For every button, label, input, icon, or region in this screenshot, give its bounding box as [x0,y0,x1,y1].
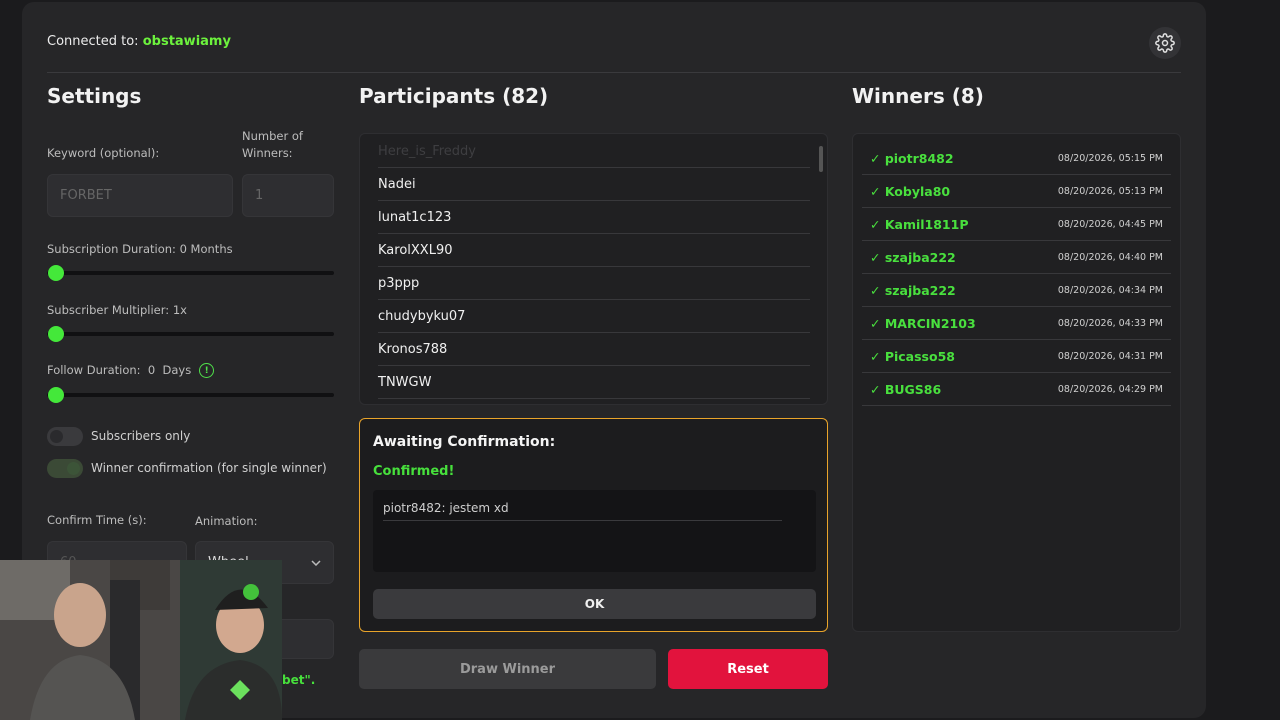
keyword-label: Keyword (optional): [47,146,160,160]
winner-date: 08/20/2026, 05:13 PM [1057,185,1163,197]
confirmation-status: Confirmed! [373,464,455,479]
keyword-placeholder: FORBET [60,188,112,203]
winner-date: 08/20/2026, 05:15 PM [1057,152,1163,164]
list-item[interactable]: Kronos788 [378,333,810,366]
winners-count-placeholder: 1 [255,188,264,203]
list-item[interactable]: Nadei [378,168,810,201]
winner-row: ✓ Kamil1811P 08/20/2026, 04:45 PM [862,208,1171,241]
winner-date: 08/20/2026, 04:40 PM [1057,251,1163,263]
winner-row: ✓ szajba222 08/20/2026, 04:40 PM [862,241,1171,274]
winner-name: ✓ Kamil1811P [870,216,969,232]
confirm-time-label: Confirm Time (s): [47,513,147,527]
connection-status: Connected to: obstawiamy [47,34,231,49]
subscriber-multiplier-label: Subscriber Multiplier: 1x [47,303,187,317]
follow-duration-slider[interactable] [47,387,334,403]
slider-handle[interactable] [48,326,64,342]
partial-text: bet". [282,673,316,687]
chat-message: piotr8482: jestem xd [383,501,782,521]
participants-list[interactable]: Here_is_Freddy Nadei lunat1c123 KarolXXL… [359,133,828,405]
list-scrollbar[interactable] [819,138,825,402]
winner-row: ✓ piotr8482 08/20/2026, 05:15 PM [862,142,1171,175]
webcam-overlay [0,560,282,720]
winner-name: ✓ Kobyla80 [870,183,951,199]
list-item[interactable]: TNWGW [378,366,810,399]
reset-button[interactable]: Reset [668,649,828,689]
subscription-duration-label: Subscription Duration: 0 Months [47,242,233,256]
winner-row: ✓ BUGS86 08/20/2026, 04:29 PM [862,373,1171,406]
header-divider [47,72,1181,73]
channel-name: obstawiamy [142,34,231,49]
list-item[interactable]: KarolXXL90 [378,234,810,267]
winners-count-label-line2: Winners: [242,146,293,160]
winner-name: ✓ BUGS86 [870,381,942,397]
subscriber-multiplier-slider[interactable] [47,326,334,342]
winner-row: ✓ szajba222 08/20/2026, 04:34 PM [862,274,1171,307]
connected-label: Connected to: [47,34,139,49]
list-item[interactable]: chudybyku07 [378,300,810,333]
winner-date: 08/20/2026, 04:29 PM [1057,383,1163,395]
slider-handle[interactable] [48,265,64,281]
winner-name: ✓ Picasso58 [870,348,955,364]
winner-row: ✓ Picasso58 08/20/2026, 04:31 PM [862,340,1171,373]
chevron-down-icon [311,559,321,566]
scrollbar-thumb[interactable] [819,146,823,172]
winners-title: Winners (8) [852,84,984,108]
chat-box: piotr8482: jestem xd [373,490,816,572]
winners-count-label-line1: Number of [242,129,303,143]
ok-button[interactable]: OK [373,589,816,619]
settings-button[interactable] [1149,27,1181,59]
toggle-knob [50,430,63,443]
winner-date: 08/20/2026, 04:31 PM [1057,350,1163,362]
toggle-knob [67,462,80,475]
winner-date: 08/20/2026, 04:33 PM [1057,317,1163,329]
winners-count-input[interactable]: 1 [242,174,334,217]
draw-winner-button[interactable]: Draw Winner [359,649,656,689]
participants-title: Participants (82) [359,84,549,108]
list-item[interactable]: p3ppp [378,267,810,300]
winner-date: 08/20/2026, 04:45 PM [1057,218,1163,230]
confirmation-title: Awaiting Confirmation: [373,434,556,450]
winner-date: 08/20/2026, 04:34 PM [1057,284,1163,296]
webcam-image [0,560,282,720]
winner-name: ✓ piotr8482 [870,150,954,166]
confirmation-panel: Awaiting Confirmation: Confirmed! piotr8… [359,418,828,632]
winner-confirmation-toggle[interactable] [47,459,83,478]
slider-handle[interactable] [48,387,64,403]
info-icon[interactable]: ! [199,363,215,378]
subscription-duration-slider[interactable] [47,265,334,281]
list-item[interactable]: lunat1c123 [378,201,810,234]
follow-duration-label: Follow Duration: 0 Days [47,363,192,377]
winner-name: ✓ szajba222 [870,249,956,265]
subscribers-only-label: Subscribers only [91,429,191,443]
winner-name: ✓ szajba222 [870,282,956,298]
animation-label: Animation: [195,514,258,528]
winner-name: ✓ MARCIN2103 [870,315,976,331]
winners-list: ✓ piotr8482 08/20/2026, 05:15 PM ✓ Kobyla… [852,133,1181,632]
follow-duration-row: Follow Duration: 0 Days! [47,363,215,378]
winner-row: ✓ MARCIN2103 08/20/2026, 04:33 PM [862,307,1171,340]
keyword-input[interactable]: FORBET [47,174,233,217]
winner-row: ✓ Kobyla80 08/20/2026, 05:13 PM [862,175,1171,208]
subscribers-only-toggle[interactable] [47,427,83,446]
winner-confirmation-label: Winner confirmation (for single winner) [91,461,327,475]
gear-icon [1155,33,1175,53]
list-item[interactable]: Here_is_Freddy [378,135,810,168]
settings-title: Settings [47,84,142,108]
